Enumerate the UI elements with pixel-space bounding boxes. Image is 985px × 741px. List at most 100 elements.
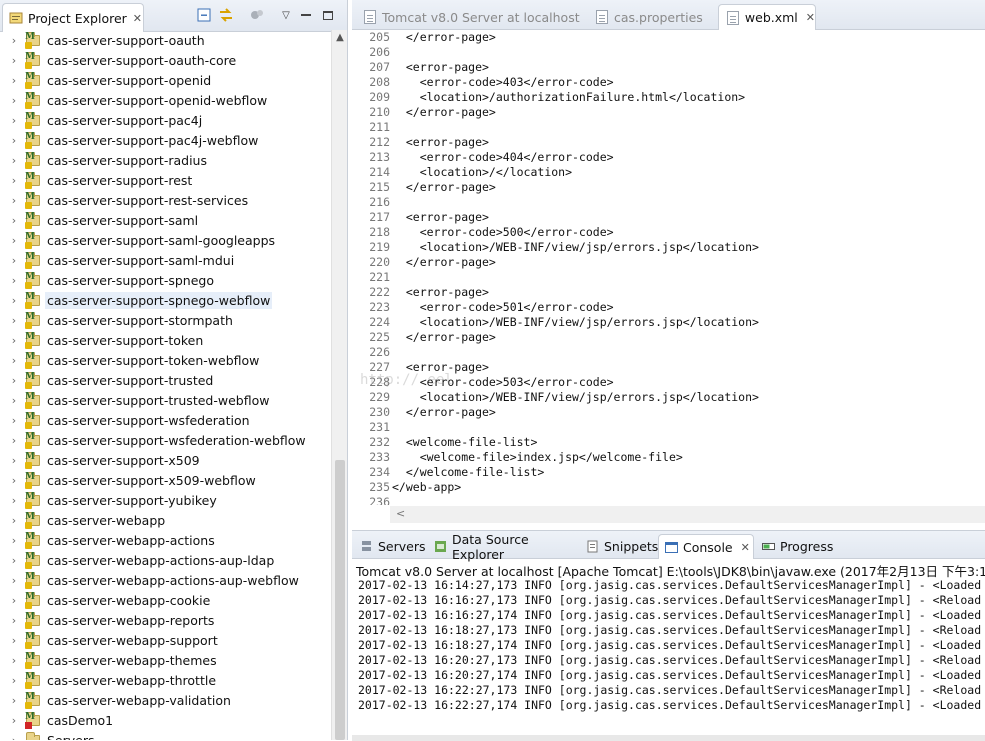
tree-item[interactable]: › Mcas-server-support-wsfederation-webflo… [0,430,331,450]
chevron-right-icon[interactable]: › [8,614,20,627]
tree-item[interactable]: › Mcas-server-webapp-reports [0,610,331,630]
chevron-right-icon[interactable]: › [8,534,20,547]
chevron-right-icon[interactable]: › [8,274,20,287]
tab-tomcat-server[interactable]: Tomcat v8.0 Server at localhost [356,4,584,30]
tree-item[interactable]: › Mcas-server-webapp-actions [0,530,331,550]
tree-item[interactable]: › Mcas-server-support-spnego [0,270,331,290]
console-log[interactable]: 2017-02-13 16:14:27,173 INFO [org.jasig.… [358,578,985,713]
chevron-right-icon[interactable]: › [8,294,20,307]
chevron-right-icon[interactable]: › [8,54,20,67]
chevron-right-icon[interactable]: › [8,394,20,407]
chevron-right-icon[interactable]: › [8,474,20,487]
chevron-right-icon[interactable]: › [8,514,20,527]
chevron-right-icon[interactable]: › [8,734,20,741]
chevron-right-icon[interactable]: › [8,194,20,207]
scroll-up-icon[interactable]: ▲ [332,32,348,43]
tree-item[interactable]: › Servers [0,730,331,740]
view-menu-button[interactable]: ▽ [278,7,294,23]
chevron-right-icon[interactable]: › [8,234,20,247]
chevron-right-icon[interactable]: › [8,554,20,567]
tree-item[interactable]: › Mcas-server-webapp-cookie [0,590,331,610]
tree-item[interactable]: › Mcas-server-support-yubikey [0,490,331,510]
chevron-right-icon[interactable]: › [8,354,20,367]
scrollbar-thumb[interactable] [335,460,345,740]
tree-item[interactable]: › Mcas-server-support-x509-webflow [0,470,331,490]
tab-progress[interactable]: Progress [756,534,836,559]
tree-item[interactable]: › Mcas-server-support-pac4j-webflow [0,130,331,150]
tree-item[interactable]: › Mcas-server-webapp-throttle [0,670,331,690]
tree-item[interactable]: › Mcas-server-support-x509 [0,450,331,470]
tab-snippets[interactable]: Snippets [580,534,658,559]
chevron-right-icon[interactable]: › [8,594,20,607]
close-icon[interactable]: ✕ [806,11,815,24]
tree-item[interactable]: › Mcas-server-webapp-support [0,630,331,650]
chevron-right-icon[interactable]: › [8,714,20,727]
tree-item[interactable]: › Mcas-server-support-saml-mdui [0,250,331,270]
minimize-button[interactable] [298,7,314,23]
tab-cas-properties[interactable]: cas.properties [588,4,718,30]
tree-item[interactable]: › Mcas-server-support-trusted-webflow [0,390,331,410]
chevron-right-icon[interactable]: › [8,314,20,327]
tree-item[interactable]: › Mcas-server-support-radius [0,150,331,170]
tree-item[interactable]: › Mcas-server-support-saml-googleapps [0,230,331,250]
tree-item[interactable]: › Mcas-server-webapp-actions-aup-ldap [0,550,331,570]
chevron-right-icon[interactable]: › [8,574,20,587]
chevron-right-icon[interactable]: › [8,74,20,87]
tree-item[interactable]: › Mcas-server-support-pac4j [0,110,331,130]
tree-item[interactable]: › McasDemo1 [0,710,331,730]
close-icon[interactable]: ✕ [133,12,142,25]
explorer-vertical-scrollbar[interactable]: ▲ [331,30,347,740]
tab-servers[interactable]: Servers [354,534,426,559]
tree-item[interactable]: › Mcas-server-webapp [0,510,331,530]
chevron-right-icon[interactable]: › [8,134,20,147]
tree-item[interactable]: › Mcas-server-webapp-actions-aup-webflow [0,570,331,590]
chevron-right-icon[interactable]: › [8,334,20,347]
tree-item[interactable]: › Mcas-server-support-openid-webflow [0,90,331,110]
tab-data-source-explorer[interactable]: Data Source Explorer [428,532,578,562]
editor-horizontal-scrollbar[interactable]: < [390,506,985,523]
tree-item[interactable]: › Mcas-server-support-token [0,330,331,350]
tree-item[interactable]: › Mcas-server-support-oauth-core [0,50,331,70]
tree-item[interactable]: › Mcas-server-support-wsfederation [0,410,331,430]
tab-project-explorer[interactable]: Project Explorer ✕ [2,3,144,32]
chevron-right-icon[interactable]: › [8,214,20,227]
chevron-right-icon[interactable]: › [8,34,20,47]
chevron-right-icon[interactable]: › [8,254,20,267]
chevron-right-icon[interactable]: › [8,454,20,467]
chevron-right-icon[interactable]: › [8,494,20,507]
console-horizontal-scrollbar[interactable] [352,735,985,741]
tree-item[interactable]: › Mcas-server-webapp-themes [0,650,331,670]
chevron-right-icon[interactable]: › [8,634,20,647]
tree-item[interactable]: › Mcas-server-support-oauth [0,30,331,50]
chevron-right-icon[interactable]: › [8,434,20,447]
chevron-right-icon[interactable]: › [8,674,20,687]
tree-item[interactable]: › Mcas-server-support-rest [0,170,331,190]
maximize-button[interactable] [320,7,336,23]
code-text: <location>/WEB-INF/view/jsp/errors.jsp</… [392,240,759,254]
chevron-right-icon[interactable]: › [8,694,20,707]
tree-item[interactable]: › Mcas-server-webapp-validation [0,690,331,710]
tree-item-label: cas-server-support-saml-mdui [47,252,235,268]
chevron-right-icon[interactable]: › [8,654,20,667]
tree-item[interactable]: › Mcas-server-support-token-webflow [0,350,331,370]
chevron-right-icon[interactable]: › [8,94,20,107]
tree-item[interactable]: › Mcas-server-support-spnego-webflow [0,290,331,310]
focus-active-task-button[interactable] [249,7,265,23]
chevron-right-icon[interactable]: › [8,414,20,427]
tree-item[interactable]: › Mcas-server-support-saml [0,210,331,230]
link-with-editor-button[interactable] [218,7,234,23]
tab-web-xml[interactable]: web.xml ✕ [718,4,816,30]
chevron-right-icon[interactable]: › [8,174,20,187]
chevron-right-icon[interactable]: › [8,114,20,127]
tree-item[interactable]: › Mcas-server-support-trusted [0,370,331,390]
tree-item[interactable]: › Mcas-server-support-rest-services [0,190,331,210]
tree-item[interactable]: › Mcas-server-support-openid [0,70,331,90]
chevron-right-icon[interactable]: › [8,154,20,167]
tree-item[interactable]: › Mcas-server-support-stormpath [0,310,331,330]
chevron-right-icon[interactable]: › [8,374,20,387]
tab-console[interactable]: Console ✕ [658,534,754,559]
collapse-all-button[interactable] [196,7,212,23]
scroll-left-icon[interactable]: < [396,507,405,520]
code-editor[interactable]: 205 </error-page> 206 207 <error-page> 208 … [352,30,985,505]
close-icon[interactable]: ✕ [741,541,750,554]
